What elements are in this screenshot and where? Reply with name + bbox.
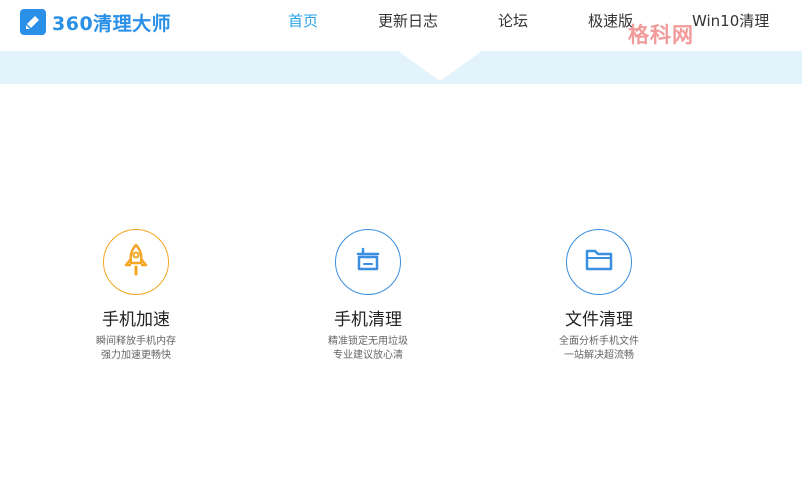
feature-desc-line: 瞬间释放手机内存 bbox=[96, 336, 176, 347]
feature-title: 文件清理 bbox=[565, 310, 633, 330]
feature-icon-circle bbox=[566, 229, 632, 295]
feature-desc-line: 一站解决超流畅 bbox=[564, 350, 634, 361]
feature-icon-circle bbox=[335, 229, 401, 295]
feature-phone-clean[interactable]: 手机清理 精准锁定无用垃圾 专业建议放心清 bbox=[278, 229, 458, 363]
feature-desc-line: 强力加速更畅快 bbox=[101, 350, 171, 361]
site-watermark: 格科网 bbox=[628, 23, 694, 47]
feature-file-clean[interactable]: 文件清理 全面分析手机文件 一站解决超流畅 bbox=[509, 229, 689, 363]
nav-item-lite-version[interactable]: 极速版 bbox=[588, 10, 633, 31]
folder-icon bbox=[584, 247, 614, 277]
feature-title: 手机加速 bbox=[102, 310, 170, 330]
feature-title: 手机清理 bbox=[334, 310, 402, 330]
banner-notch bbox=[398, 51, 482, 81]
top-navigation-bar: 360清理大师 首页 更新日志 论坛 极速版 Win10清理 格科网 bbox=[0, 0, 802, 51]
feature-icon-circle bbox=[103, 229, 169, 295]
nav-item-home[interactable]: 首页 bbox=[288, 10, 318, 31]
nav-item-win10-cleaner[interactable]: Win10清理 bbox=[692, 10, 769, 31]
feature-desc-line: 全面分析手机文件 bbox=[559, 336, 639, 347]
nav-item-changelog[interactable]: 更新日志 bbox=[378, 10, 438, 31]
feature-desc-line: 专业建议放心清 bbox=[333, 350, 403, 361]
broom-icon bbox=[353, 245, 383, 279]
feature-phone-speedup[interactable]: 手机加速 瞬间释放手机内存 强力加速更畅快 bbox=[46, 229, 226, 363]
nav-item-forum[interactable]: 论坛 bbox=[498, 10, 528, 31]
feature-desc-line: 精准锁定无用垃圾 bbox=[328, 336, 408, 347]
rocket-icon bbox=[121, 243, 151, 281]
